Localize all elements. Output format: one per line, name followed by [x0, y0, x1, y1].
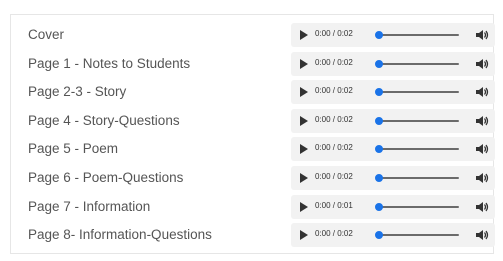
play-icon[interactable]	[300, 30, 308, 40]
audio-row-label: Page 4 - Story-Questions	[28, 112, 180, 128]
seek-slider-thumb[interactable]	[375, 88, 383, 97]
play-icon[interactable]	[300, 173, 308, 183]
volume-icon[interactable]	[475, 228, 489, 242]
seek-slider[interactable]	[375, 145, 459, 154]
time-display: 0:00 / 0:02	[315, 229, 353, 239]
audio-row: Page 7 - Information 0:00 / 0:01	[11, 193, 495, 221]
audio-row-label: Page 5 - Poem	[28, 141, 119, 157]
play-icon[interactable]	[300, 201, 308, 212]
play-icon[interactable]	[300, 87, 308, 98]
volume-icon[interactable]	[475, 200, 489, 214]
audio-player[interactable]: 0:00 / 0:02	[291, 137, 495, 162]
time-display: 0:00 / 0:02	[315, 172, 353, 181]
time-display: 0:00 / 0:02	[315, 86, 353, 96]
audio-player[interactable]: 0:00 / 0:02	[291, 108, 495, 133]
volume-icon[interactable]	[475, 142, 489, 156]
volume-icon[interactable]	[475, 85, 489, 99]
audio-row: Cover 0:00 / 0:02	[11, 21, 495, 49]
volume-icon[interactable]	[475, 57, 489, 71]
seek-slider[interactable]	[375, 174, 459, 182]
seek-slider[interactable]	[375, 31, 459, 39]
audio-row: Page 1 - Notes to Students 0:00 / 0:02	[11, 50, 495, 78]
audio-player[interactable]: 0:00 / 0:02	[291, 223, 495, 248]
seek-slider-thumb[interactable]	[375, 145, 383, 154]
time-display: 0:00 / 0:02	[315, 114, 353, 124]
audio-row: Page 8- Information-Questions 0:00 / 0:0…	[11, 221, 495, 249]
audio-player[interactable]: 0:00 / 0:02	[291, 80, 495, 105]
play-icon[interactable]	[300, 230, 308, 241]
audio-row: Page 6 - Poem-Questions 0:00 / 0:02	[11, 164, 495, 192]
play-icon[interactable]	[300, 144, 308, 155]
time-display: 0:00 / 0:02	[315, 29, 353, 38]
seek-slider[interactable]	[375, 202, 459, 211]
volume-icon[interactable]	[475, 28, 489, 42]
seek-slider-thumb[interactable]	[375, 116, 383, 125]
seek-slider-thumb[interactable]	[375, 59, 383, 68]
play-icon[interactable]	[300, 115, 308, 126]
seek-slider[interactable]	[375, 116, 459, 125]
play-icon[interactable]	[300, 58, 308, 69]
audio-row-label: Page 7 - Information	[28, 198, 151, 214]
seek-slider-thumb[interactable]	[375, 202, 383, 211]
audio-player[interactable]: 0:00 / 0:02	[291, 23, 495, 47]
audio-row: Page 5 - Poem 0:00 / 0:02	[11, 135, 495, 163]
time-display: 0:00 / 0:02	[315, 57, 353, 67]
volume-icon[interactable]	[475, 114, 489, 128]
audio-row-label: Page 1 - Notes to Students	[28, 55, 191, 71]
seek-slider[interactable]	[375, 88, 459, 97]
seek-slider-thumb[interactable]	[375, 31, 383, 39]
audio-row-label: Page 6 - Poem-Questions	[28, 170, 184, 185]
audio-player[interactable]: 0:00 / 0:02	[291, 51, 495, 76]
audio-row-label: Cover	[28, 27, 65, 42]
audio-row-label: Page 8- Information-Questions	[28, 227, 212, 243]
audio-row: Page 4 - Story-Questions 0:00 / 0:02	[11, 107, 495, 135]
audio-row-label: Page 2-3 - Story	[28, 84, 127, 100]
seek-slider[interactable]	[375, 231, 459, 240]
audio-list-panel: Cover 0:00 / 0:02 Page 1 - Notes to Stud…	[10, 14, 495, 254]
time-display: 0:00 / 0:02	[315, 143, 353, 153]
audio-player[interactable]: 0:00 / 0:01	[291, 194, 495, 219]
audio-row: Page 2-3 - Story 0:00 / 0:02	[11, 78, 495, 106]
volume-icon[interactable]	[475, 171, 489, 185]
seek-slider-thumb[interactable]	[375, 174, 383, 182]
seek-slider[interactable]	[375, 59, 459, 68]
audio-player[interactable]: 0:00 / 0:02	[291, 166, 495, 190]
time-display: 0:00 / 0:01	[315, 200, 353, 210]
seek-slider-thumb[interactable]	[375, 231, 383, 240]
